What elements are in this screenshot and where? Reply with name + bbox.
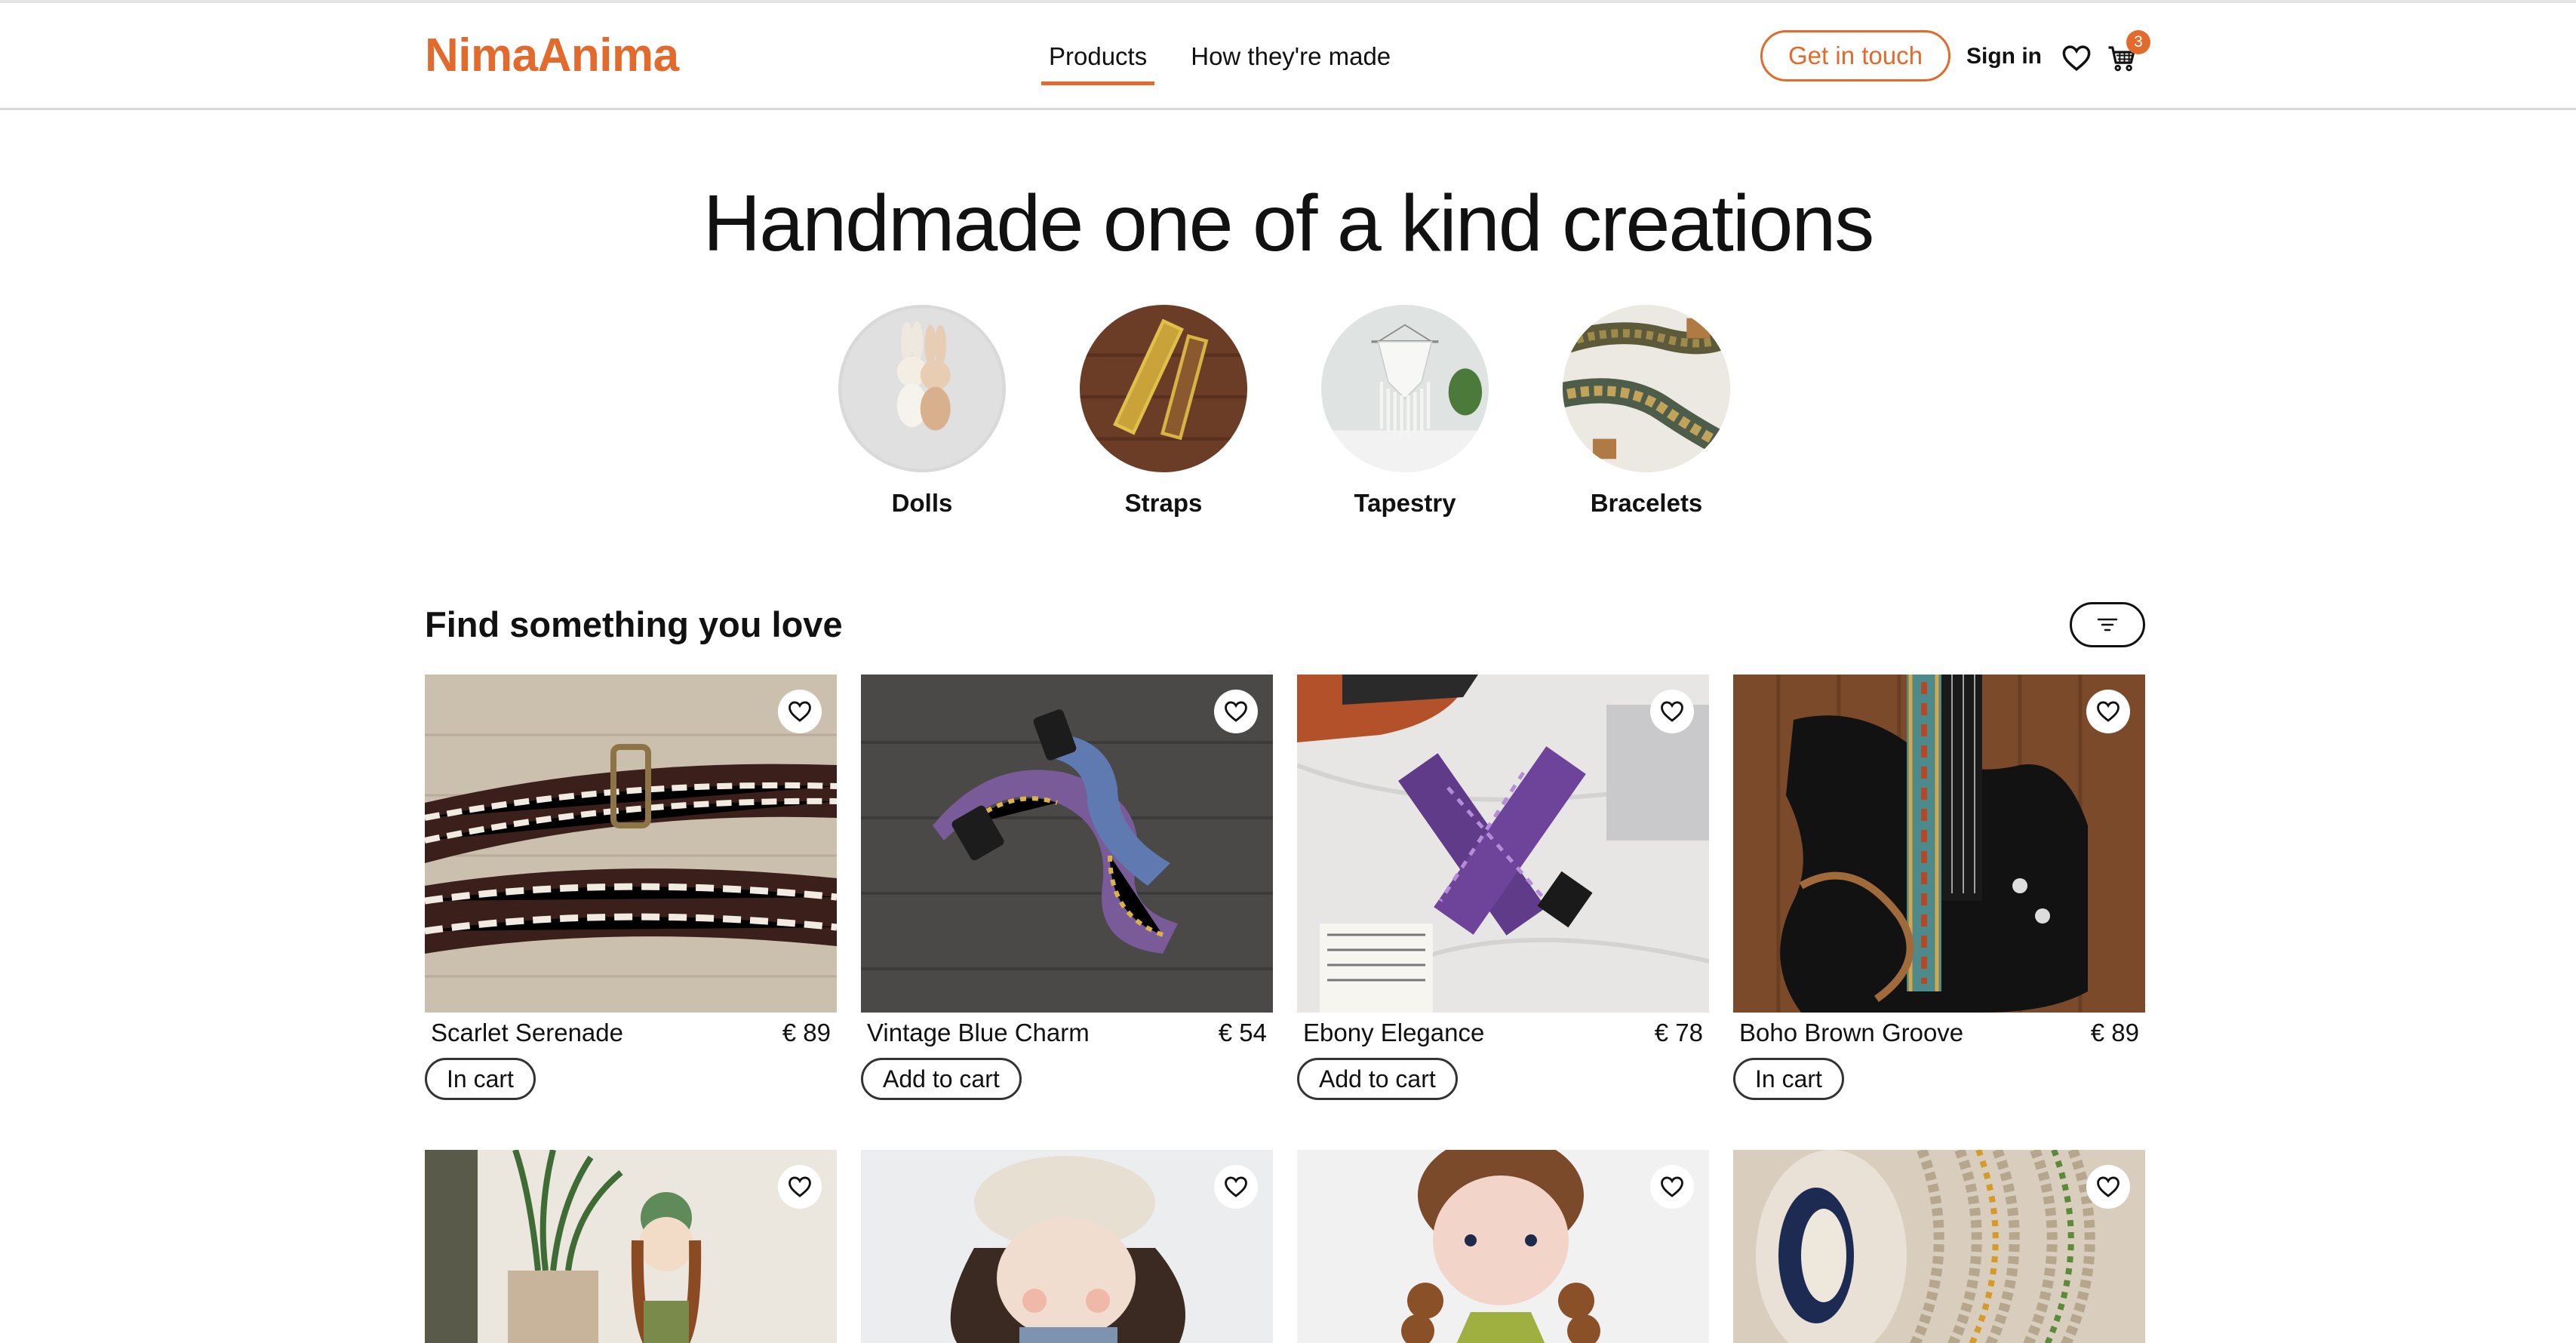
- site-logo[interactable]: NimaAnima: [425, 29, 679, 82]
- heart-icon: [788, 701, 811, 722]
- nav-products[interactable]: Products: [1041, 39, 1155, 85]
- product-card[interactable]: [425, 1150, 837, 1343]
- product-price: € 89: [2090, 1019, 2139, 1046]
- product-card[interactable]: Ebony Elegance € 78 Add to cart: [1297, 675, 1709, 1100]
- cart-button[interactable]: Add to cart: [1297, 1058, 1458, 1100]
- heart-icon: [2097, 701, 2120, 722]
- product-photo-doll-curls: [1297, 1150, 1709, 1343]
- filter-icon: [2097, 618, 2118, 632]
- category-bracelets-image: [1563, 305, 1730, 472]
- product-grid: Scarlet Serenade € 89 In cart Vintage Bl…: [425, 675, 2145, 1343]
- product-name[interactable]: Ebony Elegance: [1303, 1019, 1484, 1047]
- sign-in-link[interactable]: Sign in: [1966, 44, 2042, 69]
- product-image[interactable]: [1297, 1150, 1709, 1343]
- category-dolls[interactable]: Dolls: [838, 305, 1006, 518]
- category-tapestry-image: [1321, 305, 1489, 472]
- favorite-button[interactable]: [778, 1165, 822, 1209]
- product-photo-bracelet-weave: [1733, 1150, 2145, 1343]
- site-header: NimaAnima Products How they're made Get …: [0, 3, 2576, 110]
- favorite-button[interactable]: [2086, 690, 2130, 733]
- category-tapestry[interactable]: Tapestry: [1321, 305, 1489, 518]
- nav-how-made[interactable]: How they're made: [1183, 39, 1398, 85]
- category-straps[interactable]: Straps: [1080, 305, 1247, 518]
- cart-button[interactable]: In cart: [425, 1058, 536, 1100]
- cart-count-badge: 3: [2126, 30, 2150, 54]
- category-label: Bracelets: [1590, 489, 1703, 517]
- product-card[interactable]: [1297, 1150, 1709, 1343]
- product-image[interactable]: [1733, 675, 2145, 1013]
- category-list: Dolls Straps Tapestry Bracelets: [838, 305, 1730, 518]
- favorite-button[interactable]: [1214, 1165, 1258, 1209]
- heart-icon: [2097, 1176, 2120, 1197]
- product-image[interactable]: [861, 675, 1273, 1013]
- product-photo-strap-blue: [861, 675, 1273, 1013]
- get-in-touch-button[interactable]: Get in touch: [1760, 30, 1950, 81]
- category-dolls-image: [838, 305, 1006, 472]
- product-image[interactable]: [425, 675, 837, 1013]
- product-name[interactable]: Boho Brown Groove: [1739, 1019, 1963, 1047]
- favorite-button[interactable]: [1214, 690, 1258, 733]
- heart-icon: [1225, 701, 1247, 722]
- heart-icon: [788, 1176, 811, 1197]
- category-bracelets[interactable]: Bracelets: [1563, 305, 1730, 518]
- product-image[interactable]: [1733, 1150, 2145, 1343]
- product-card[interactable]: [861, 1150, 1273, 1343]
- product-price: € 54: [1218, 1019, 1267, 1046]
- category-straps-image: [1080, 305, 1247, 472]
- hero-title: Handmade one of a kind creations: [702, 179, 1875, 268]
- product-price: € 78: [1654, 1019, 1703, 1046]
- category-label: Tapestry: [1354, 489, 1456, 517]
- product-card[interactable]: [1733, 1150, 2145, 1343]
- product-photo-strap-red: [425, 675, 837, 1013]
- heart-icon: [1661, 701, 1683, 722]
- product-price: € 89: [782, 1019, 831, 1046]
- category-label: Dolls: [891, 489, 953, 517]
- product-image[interactable]: [425, 1150, 837, 1343]
- product-photo-doll-beret: [861, 1150, 1273, 1343]
- filter-button[interactable]: [2070, 602, 2145, 647]
- product-photo-strap-purple: [1297, 675, 1709, 1013]
- favorite-button[interactable]: [1650, 1165, 1694, 1209]
- heart-icon[interactable]: [2061, 42, 2092, 74]
- cart-button[interactable]: In cart: [1733, 1058, 1844, 1100]
- product-card[interactable]: Boho Brown Groove € 89 In cart: [1733, 675, 2145, 1100]
- product-card[interactable]: Vintage Blue Charm € 54 Add to cart: [861, 675, 1273, 1100]
- category-label: Straps: [1124, 489, 1203, 517]
- product-photo-doll-plant: [425, 1150, 837, 1343]
- heart-icon: [1661, 1176, 1683, 1197]
- main-nav: Products How they're made: [1041, 39, 1398, 85]
- product-card[interactable]: Scarlet Serenade € 89 In cart: [425, 675, 837, 1100]
- product-name[interactable]: Scarlet Serenade: [431, 1019, 623, 1047]
- product-photo-strap-boho: [1733, 675, 2145, 1013]
- product-image[interactable]: [1297, 675, 1709, 1013]
- heart-icon: [1225, 1176, 1247, 1197]
- favorite-button[interactable]: [1650, 690, 1694, 733]
- cart-button[interactable]: Add to cart: [861, 1058, 1022, 1100]
- product-image[interactable]: [861, 1150, 1273, 1343]
- favorite-button[interactable]: [778, 690, 822, 733]
- favorite-button[interactable]: [2086, 1165, 2130, 1209]
- product-name[interactable]: Vintage Blue Charm: [867, 1019, 1090, 1047]
- section-title: Find something you love: [425, 604, 843, 644]
